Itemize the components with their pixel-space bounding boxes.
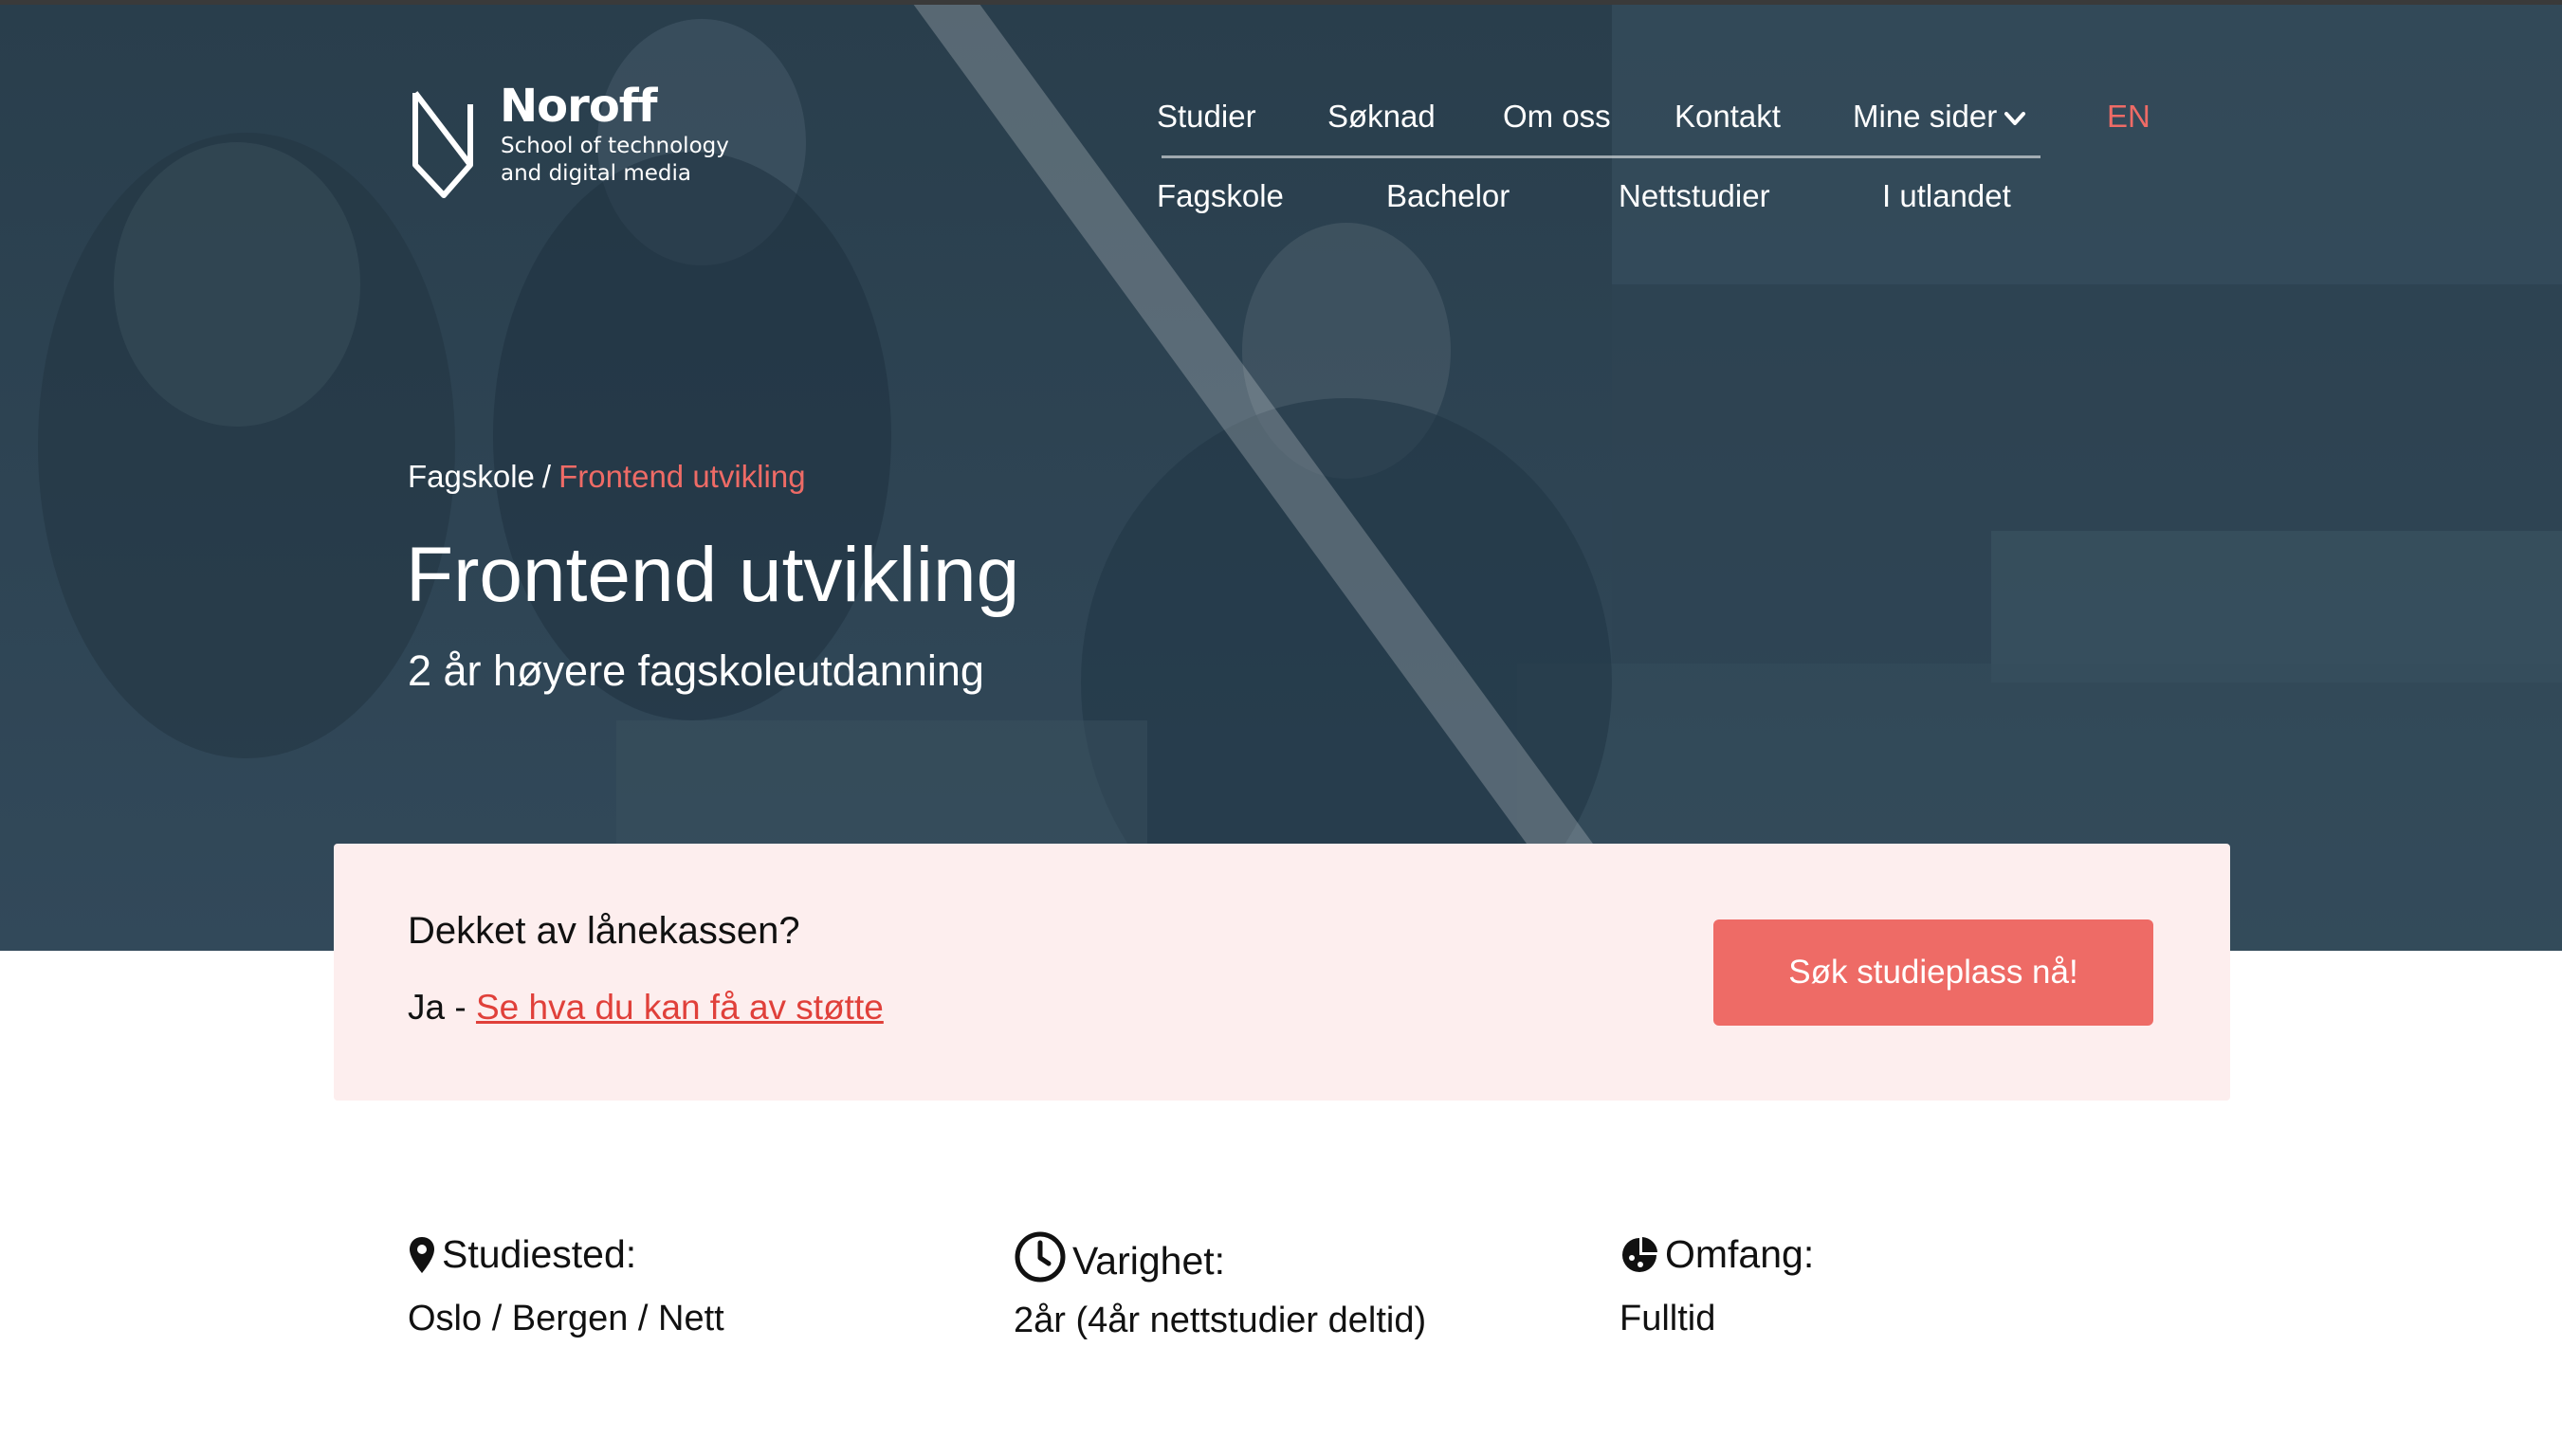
nav-item-i-utlandet[interactable]: I utlandet (1882, 178, 2011, 214)
location-pin-icon (410, 1236, 434, 1273)
nav-item-bachelor[interactable]: Bachelor (1386, 178, 1510, 214)
nav-divider (1162, 155, 2040, 158)
pie-chart-icon (1622, 1236, 1657, 1272)
nav-item-kontakt[interactable]: Kontakt (1674, 99, 1781, 135)
breadcrumb-current: Frontend utvikling (558, 459, 806, 494)
page: Noroff School of technology and digital … (0, 0, 2562, 1456)
nav-item-fagskole[interactable]: Fagskole (1157, 178, 1284, 214)
brand-tagline: School of technology and digital media (501, 133, 729, 188)
fact-head: Studiested: (408, 1232, 636, 1277)
nav-item-mine-sider[interactable]: Mine sider (1853, 99, 2027, 135)
loan-support-link[interactable]: Se hva du kan få av støtte (476, 988, 884, 1027)
hero-section: Noroff School of technology and digital … (0, 0, 2562, 951)
nav-item-soknad[interactable]: Søknad (1327, 99, 1436, 135)
primary-nav: Studier Søknad Om oss Kontakt Mine sider… (0, 0, 2562, 134)
brand-tagline-line1: School of technology (501, 134, 729, 158)
brand-tagline-line2: and digital media (501, 161, 692, 186)
fact-head: Omfang: (1620, 1232, 1814, 1277)
fact-value: Oslo / Bergen / Nett (408, 1299, 724, 1338)
clock-icon (1015, 1231, 1066, 1283)
hero-background-photo (0, 0, 2562, 951)
fact-value: Fulltid (1620, 1299, 1716, 1338)
loan-answer-prefix: Ja - (408, 988, 476, 1027)
loan-heading: Dekket av lånekassen? (408, 910, 800, 952)
nav-item-mine-sider-label: Mine sider (1853, 99, 1998, 134)
fact-head: Varighet: (1014, 1230, 1225, 1283)
loan-info-card: Dekket av lånekassen? Ja - Se hva du kan… (334, 844, 2230, 1101)
page-subtitle: 2 år høyere fagskoleutdanning (408, 646, 984, 695)
page-title: Frontend utvikling (406, 532, 1020, 618)
language-switch[interactable]: EN (2107, 99, 2150, 135)
fact-value: 2år (4år nettstudier deltid) (1014, 1301, 1427, 1340)
chevron-down-icon (2004, 112, 2026, 126)
noroff-shield-logo-icon (412, 91, 473, 198)
fact-label: Studiested: (442, 1232, 637, 1276)
breadcrumb-parent[interactable]: Fagskole (408, 459, 535, 494)
apply-button[interactable]: Søk studieplass nå! (1713, 919, 2153, 1026)
nav-item-nettstudier[interactable]: Nettstudier (1619, 178, 1770, 214)
brand-name: Noroff (500, 80, 658, 133)
logo[interactable]: Noroff School of technology and digital … (410, 80, 751, 207)
breadcrumb-separator: / (541, 459, 552, 494)
fact-label: Varighet: (1072, 1238, 1226, 1283)
loan-answer: Ja - Se hva du kan få av støtte (408, 988, 884, 1028)
breadcrumb: Fagskole / Frontend utvikling (408, 459, 806, 495)
nav-item-om-oss[interactable]: Om oss (1503, 99, 1611, 135)
nav-item-studier[interactable]: Studier (1157, 99, 1256, 135)
fact-label: Omfang: (1665, 1232, 1815, 1276)
